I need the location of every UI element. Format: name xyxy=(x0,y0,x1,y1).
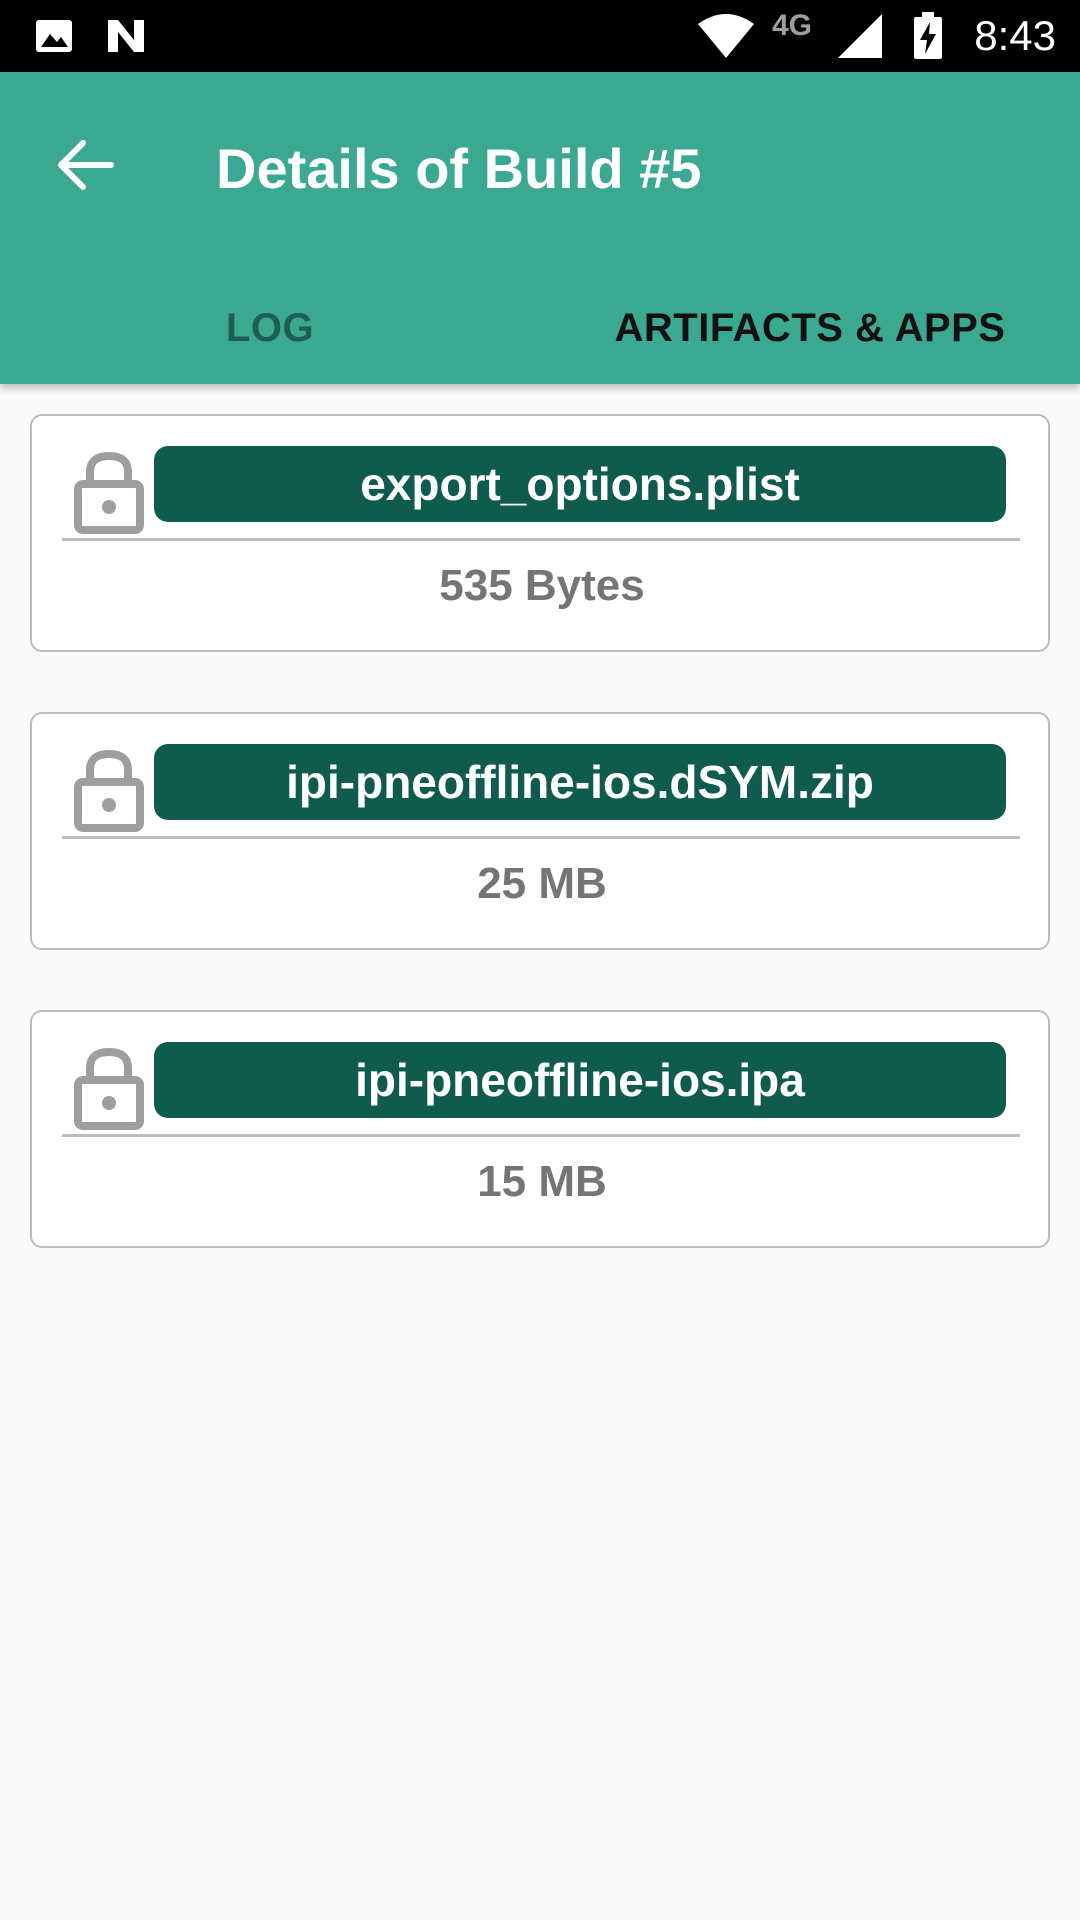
divider xyxy=(62,836,1020,839)
artifact-size: 535 Bytes xyxy=(439,561,645,610)
back-button[interactable] xyxy=(40,120,130,210)
n-icon xyxy=(104,0,148,72)
tab-log-label: LOG xyxy=(225,305,315,350)
divider xyxy=(62,538,1020,541)
wifi-icon xyxy=(696,0,756,72)
status-time: 8:43 xyxy=(974,12,1056,59)
page-title: Details of Build #5 xyxy=(216,137,702,200)
status-bar: 4G 8:43 xyxy=(0,0,1080,72)
tab-artifacts-apps-label: ARTIFACTS & APPS xyxy=(614,305,1006,350)
image-icon xyxy=(34,0,74,72)
tab-indicator xyxy=(0,378,540,384)
lock-icon xyxy=(74,749,144,832)
artifact-size: 25 MB xyxy=(477,859,607,908)
artifact-download-button[interactable]: ipi-pneoffline-ios.ipa xyxy=(154,1042,1006,1118)
divider xyxy=(62,1134,1020,1137)
signal-icon xyxy=(836,0,884,72)
arrow-back-icon xyxy=(58,140,114,190)
tab-artifacts-apps[interactable]: ARTIFACTS & APPS xyxy=(540,272,1080,384)
battery-charging-icon xyxy=(912,0,944,72)
artifacts-list: export_options.plist 535 Bytes ipi-pneof… xyxy=(30,414,1050,1308)
app-bar: Details of Build #5 LOG ARTIFACTS & APPS xyxy=(0,72,1080,384)
artifact-card: export_options.plist 535 Bytes xyxy=(30,414,1050,652)
artifact-download-button[interactable]: export_options.plist xyxy=(154,446,1006,522)
tab-log[interactable]: LOG xyxy=(0,272,540,384)
artifact-download-button[interactable]: ipi-pneoffline-ios.dSYM.zip xyxy=(154,744,1006,820)
artifact-card: ipi-pneoffline-ios.dSYM.zip 25 MB xyxy=(30,712,1050,950)
tab-indicator-active xyxy=(540,378,1080,384)
lock-icon xyxy=(74,451,144,534)
artifact-card: ipi-pneoffline-ios.ipa 15 MB xyxy=(30,1010,1050,1248)
network-type-label: 4G xyxy=(772,9,813,42)
artifact-size: 15 MB xyxy=(477,1157,607,1206)
lock-icon xyxy=(74,1047,144,1130)
